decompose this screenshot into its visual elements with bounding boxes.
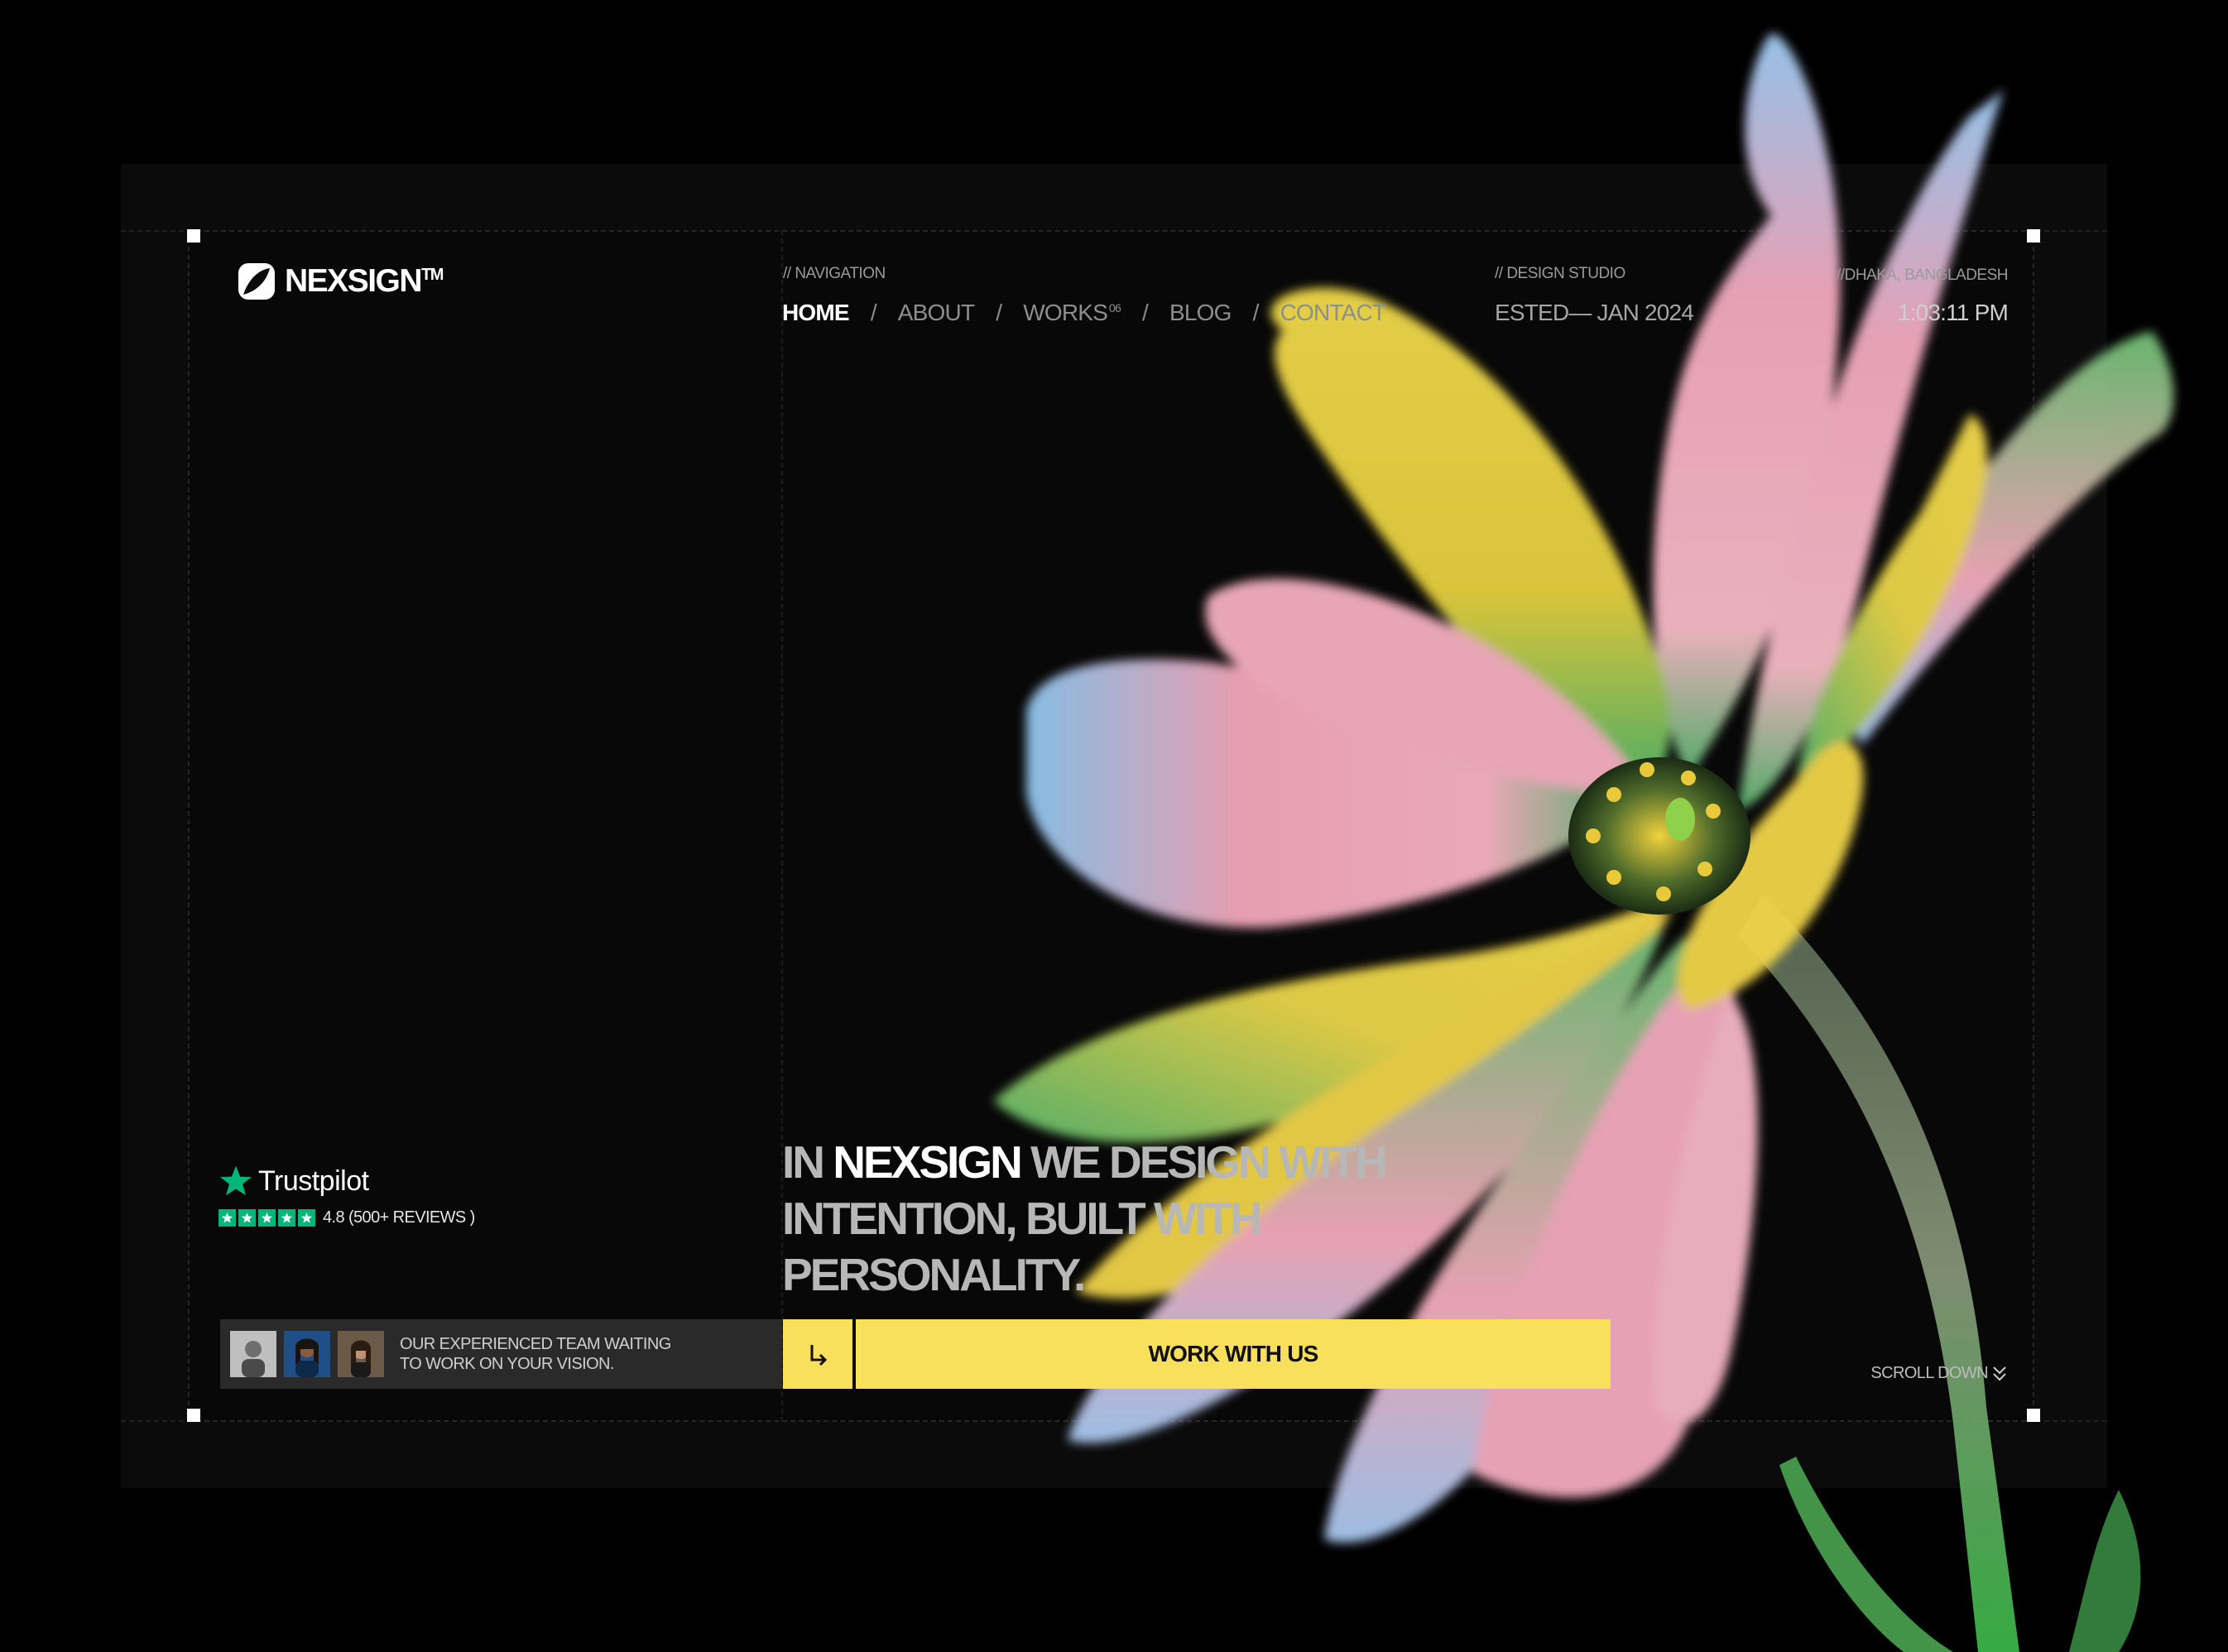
brand-logo[interactable]: NEXSIGNTM <box>237 262 444 301</box>
selection-handle-bottom-left[interactable] <box>187 1409 200 1422</box>
main-navigation: HOME / ABOUT / WORKS 06 / BLOG / CONTACT <box>782 300 1386 326</box>
trustpilot-name: Trustpilot <box>258 1165 369 1197</box>
brand-name: NEXSIGNTM <box>285 263 444 299</box>
nav-separator: / <box>1142 300 1149 325</box>
rating-star-icon <box>238 1209 256 1227</box>
hero-highlight: NEXSIGN <box>833 1136 1023 1188</box>
double-chevron-down-icon <box>1993 1366 2006 1381</box>
nexsign-logo-icon <box>238 263 275 300</box>
nav-about[interactable]: ABOUT <box>898 300 975 326</box>
work-with-us-button[interactable]: WORK WITH US <box>856 1319 1611 1389</box>
avatar <box>284 1331 330 1377</box>
design-studio-label: // DESIGN STUDIO <box>1495 265 1625 282</box>
nav-home[interactable]: HOME <box>782 300 850 326</box>
avatar <box>338 1331 384 1377</box>
navigation-label: // NAVIGATION <box>783 265 886 282</box>
trustpilot-rating: 4.8 (500+ REVIEWS ) <box>323 1208 475 1227</box>
hero-headline: IN NEXSIGN WE DESIGN WITH INTENTION, BUI… <box>782 1136 1388 1300</box>
scroll-down-label: SCROLL DOWN <box>1870 1364 1988 1382</box>
team-avatars <box>230 1331 391 1377</box>
arrow-down-right-icon <box>810 1345 828 1366</box>
rating-star-icon <box>298 1209 315 1227</box>
nav-contact[interactable]: CONTACT <box>1280 300 1386 326</box>
selection-handle-top-left[interactable] <box>187 229 200 243</box>
trustpilot-star-icon <box>220 1165 252 1196</box>
avatar <box>230 1331 276 1377</box>
local-time: 1:03:11 PM <box>1897 300 2009 325</box>
team-message: OUR EXPERIENCED TEAM WAITING TO WORK ON … <box>400 1335 671 1373</box>
rating-star-icon <box>258 1209 276 1227</box>
selection-handle-top-right[interactable] <box>2027 229 2040 243</box>
selection-handle-bottom-right[interactable] <box>2027 1409 2040 1422</box>
location-label: //DHAKA, BANGLADESH <box>1837 267 2008 284</box>
nav-works[interactable]: WORKS 06 <box>1023 300 1121 326</box>
canvas: NEXSIGNTM // NAVIGATION HOME / ABOUT / W… <box>0 0 2228 1652</box>
team-info-card: OUR EXPERIENCED TEAM WAITING TO WORK ON … <box>220 1319 782 1389</box>
rating-star-icon <box>278 1209 295 1227</box>
nav-blog[interactable]: BLOG <box>1169 300 1232 326</box>
works-count: 06 <box>1109 300 1121 315</box>
arrow-button[interactable] <box>783 1319 852 1389</box>
nav-separator: / <box>1252 300 1260 325</box>
nav-separator: / <box>870 300 877 325</box>
established-date: ESTED— JAN 2024 <box>1495 300 1694 325</box>
rating-star-icon <box>218 1209 236 1227</box>
trustpilot-widget[interactable]: Trustpilot 4.8 (500+ REVIEWS ) <box>218 1164 475 1227</box>
nav-separator: / <box>996 300 1002 325</box>
scroll-down-link[interactable]: SCROLL DOWN <box>1870 1364 2008 1383</box>
